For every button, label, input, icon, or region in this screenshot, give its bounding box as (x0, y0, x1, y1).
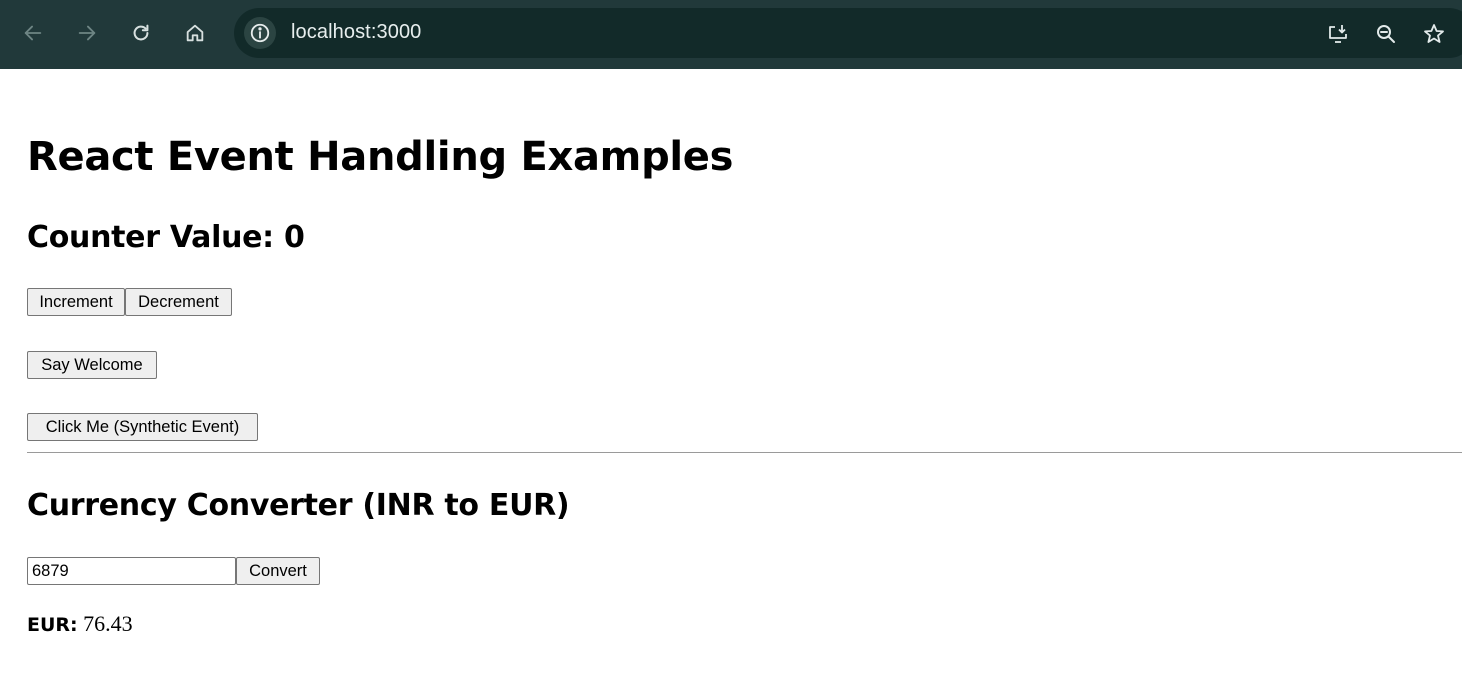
arrow-right-icon (78, 25, 96, 41)
home-button[interactable] (178, 16, 212, 50)
arrow-left-icon (24, 25, 42, 41)
decrement-button[interactable]: Decrement (125, 288, 232, 316)
counter-heading: Counter Value: 0 (27, 220, 305, 255)
amount-input[interactable] (27, 557, 236, 585)
increment-button[interactable]: Increment (27, 288, 125, 316)
zoom-icon (1377, 25, 1395, 43)
address-bar[interactable]: localhost:3000 (234, 8, 1462, 58)
bookmark-button[interactable] (1420, 20, 1448, 48)
result-label: EUR: (27, 614, 78, 636)
converter-heading: Currency Converter (INR to EUR) (27, 488, 570, 523)
convert-button[interactable]: Convert (236, 557, 320, 585)
home-icon (186, 24, 204, 42)
install-app-button[interactable] (1324, 20, 1352, 48)
reload-icon (133, 24, 149, 41)
synthetic-event-button[interactable]: Click Me (Synthetic Event) (27, 413, 258, 441)
reload-button[interactable] (124, 16, 158, 50)
zoom-button[interactable] (1372, 20, 1400, 48)
site-info-button[interactable] (244, 17, 276, 49)
star-icon (1424, 24, 1444, 43)
divider (27, 452, 1462, 453)
say-welcome-button[interactable]: Say Welcome (27, 351, 157, 379)
browser-toolbar: localhost:3000 (0, 0, 1462, 69)
result-value: 76.43 (77, 611, 133, 636)
forward-button[interactable] (70, 16, 104, 50)
install-app-icon (1329, 25, 1347, 43)
info-icon (250, 23, 270, 43)
url-text[interactable]: localhost:3000 (291, 21, 421, 44)
conversion-result: EUR: 76.43 (27, 611, 133, 637)
back-button[interactable] (16, 16, 50, 50)
page-title: React Event Handling Examples (27, 134, 734, 180)
